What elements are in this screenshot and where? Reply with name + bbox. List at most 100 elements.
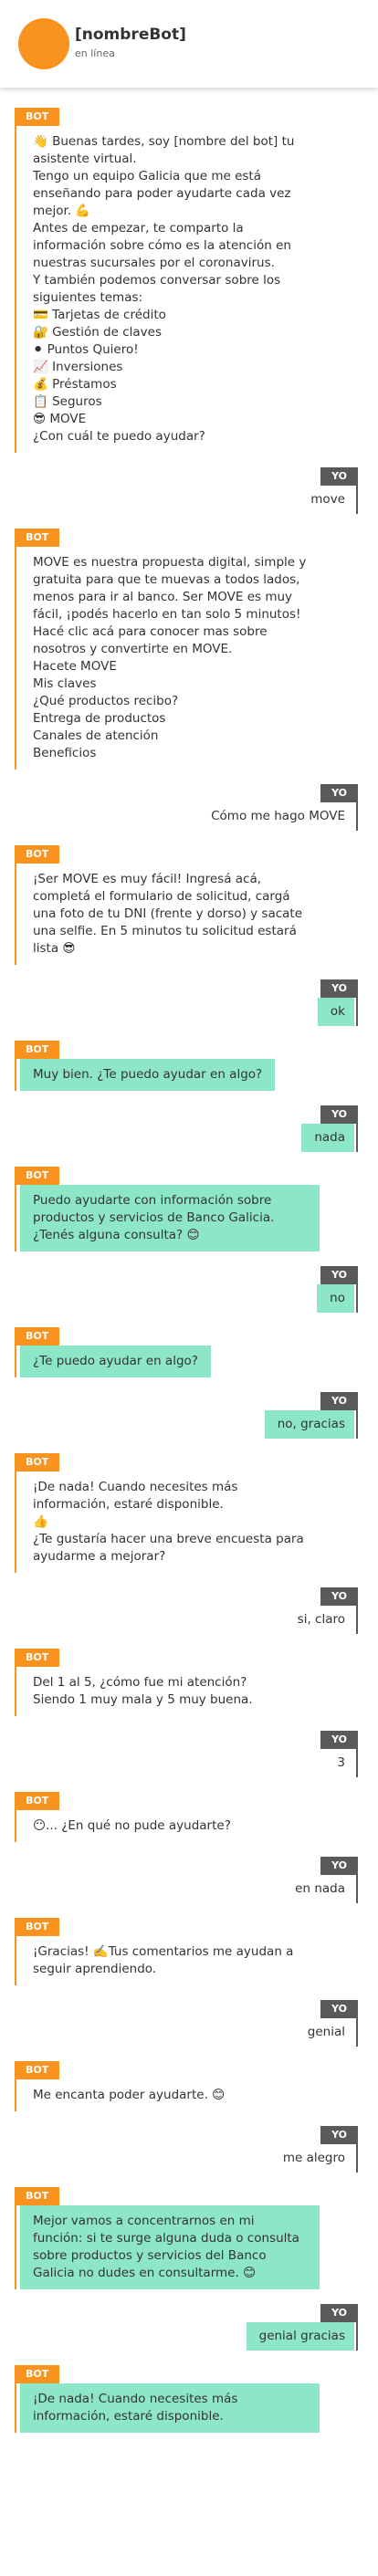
user-message: YO move [0,466,378,514]
message-stem [356,1873,358,1903]
user-label: YO [320,2126,358,2144]
message-stem [15,1344,16,1377]
message-stem [15,545,16,770]
chat-header: [nombreBot] en línea [0,0,378,88]
message-stem [15,2204,16,2289]
message-stem [15,1470,16,1573]
message-stem [356,1747,358,1777]
bot-label: BOT [15,2187,60,2205]
bot-label: BOT [15,1918,60,1936]
user-message: YO no [0,1264,378,1313]
message-text: me alegro [282,2151,345,2165]
message-stem [15,2078,16,2111]
message-text: Muy bien. ¿Te puedo ayudar en algo? [20,1059,276,1091]
message-stem [15,1808,16,1842]
bot-label: BOT [15,1041,60,1059]
user-label: YO [320,1392,358,1410]
user-label: YO [320,2000,358,2018]
bot-message: BOT Puedo ayudarte con información sobre … [0,1165,378,1251]
message-text: ok [317,998,354,1026]
bot-message: BOT ¡De nada! Cuando necesites más inform… [0,1451,378,1573]
message-stem [356,2320,358,2351]
message-stem [356,2142,358,2173]
message-text: ¡De nada! Cuando necesites más informaci… [20,2383,320,2433]
user-message: YO genial gracias [0,2302,378,2351]
message-text: Me encanta poder ayudarte. 😊 [33,2088,226,2102]
message-stem [356,1122,358,1152]
message-stem [356,1283,358,1313]
user-message: YO nada [0,1104,378,1152]
bot-message: BOT 😶... ¿En qué no pude ayudarte? [0,1790,378,1842]
user-message: YO ok [0,978,378,1026]
message-text: si, claro [297,1612,345,1627]
message-text: genial gracias [246,2322,354,2351]
bot-message: BOT ¡Gracias! ✍️Tus comentarios me ayudan… [0,1916,378,1985]
message-text: 3 [337,1755,345,1770]
bot-label: BOT [15,108,60,126]
bot-label: BOT [15,1792,60,1810]
message-text: Cómo me hago MOVE [211,809,345,823]
user-label: YO [320,784,358,802]
user-label: YO [320,1587,358,1606]
message-text: Mejor vamos a concentrarnos en mi funció… [20,2205,320,2289]
user-message: YO en nada [0,1855,378,1903]
user-message: YO 3 [0,1729,378,1777]
message-stem [15,2382,16,2433]
user-message: YO genial [0,1998,378,2047]
bot-label: BOT [15,1649,60,1667]
message-text: Puedo ayudarte con información sobre pro… [20,1185,320,1251]
bot-message: BOT ¡De nada! Cuando necesites más inform… [0,2363,378,2433]
user-label: YO [320,1105,358,1124]
user-label: YO [320,1857,358,1875]
message-stem [15,862,16,965]
user-label: YO [320,1731,358,1749]
message-text: Del 1 al 5, ¿cómo fue mi atención? Siend… [33,1675,253,1707]
message-text: genial [307,2025,345,2039]
bot-label: BOT [15,845,60,864]
message-text: 😶... ¿En qué no pude ayudarte? [33,1818,231,1833]
bot-message: BOT ¡Ser MOVE es muy fácil! Ingresá acá, … [0,843,378,965]
user-message: YO Cómo me hago MOVE [0,782,378,831]
message-stem [15,1665,16,1716]
bot-label: BOT [15,1327,60,1346]
message-text: no [317,1284,354,1313]
bot-avatar [18,18,69,69]
bot-message: BOT 👋 Buenas tardes, soy [nombre del bot]… [0,106,378,453]
bot-label: BOT [15,1167,60,1185]
message-text: 👋 Buenas tardes, soy [nombre del bot] tu… [33,134,295,444]
message-stem [15,1057,16,1091]
chat-transcript: BOT 👋 Buenas tardes, soy [nombre del bot]… [0,88,378,2433]
message-stem [15,1934,16,1985]
bot-name: [nombreBot] [75,26,186,44]
bot-message: BOT Mejor vamos a concentrarnos en mi fun… [0,2185,378,2289]
bot-label: BOT [15,529,60,547]
user-message: YO si, claro [0,1586,378,1634]
message-text: nada [301,1124,354,1152]
message-text: ¿Te puedo ayudar en algo? [20,1346,211,1377]
bot-message: BOT Me encanta poder ayudarte. 😊 [0,2059,378,2111]
user-label: YO [320,467,358,486]
user-label: YO [320,1266,358,1284]
bot-message: BOT Del 1 al 5, ¿cómo fue mi atención? Si… [0,1647,378,1716]
bot-label: BOT [15,2061,60,2079]
message-text: ¡Gracias! ✍️Tus comentarios me ayudan a … [33,1944,294,1976]
message-stem [356,801,358,831]
message-text: move [310,492,345,507]
message-stem [15,1183,16,1251]
message-text: MOVE es nuestra propuesta digital, simpl… [33,555,307,760]
message-text: en nada [295,1881,345,1896]
bot-message: BOT Muy bien. ¿Te puedo ayudar en algo? [0,1039,378,1091]
message-stem [356,484,358,514]
bot-message: BOT MOVE es nuestra propuesta digital, si… [0,527,378,770]
bot-message: BOT ¿Te puedo ayudar en algo? [0,1325,378,1377]
bot-label: BOT [15,2365,60,2383]
user-label: YO [320,2304,358,2322]
message-text: no, gracias [264,1410,354,1439]
message-stem [356,996,358,1026]
message-text: ¡De nada! Cuando necesites más informaci… [33,1480,304,1564]
message-stem [356,1408,358,1439]
user-message: YO no, gracias [0,1390,378,1439]
bot-label: BOT [15,1453,60,1471]
message-text: ¡Ser MOVE es muy fácil! Ingresá acá, com… [33,872,303,956]
user-message: YO me alegro [0,2124,378,2173]
